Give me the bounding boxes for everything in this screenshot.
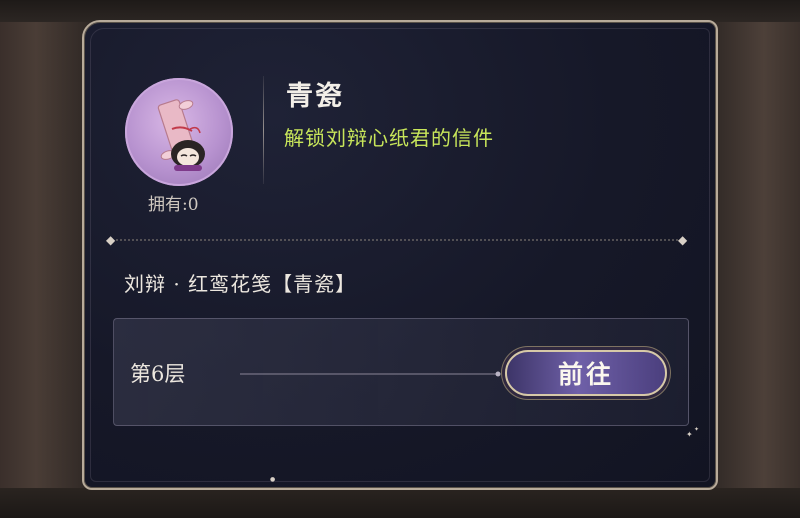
go-button[interactable]: 前往 [505, 350, 667, 396]
section-divider [116, 239, 682, 241]
owned-count: 拥有:0 [148, 195, 199, 215]
vertical-divider [263, 76, 264, 184]
background-right [710, 0, 800, 518]
background-bottom [0, 488, 800, 518]
sparkle-ornament: ✦ [694, 426, 700, 433]
chibi-character-icon [171, 140, 205, 171]
sparkle-ornament: ✦ [686, 430, 693, 439]
background-top [0, 0, 800, 22]
route-connector-line [240, 371, 501, 377]
item-name: 青瓷 [286, 81, 344, 112]
sparkle-ornament: ● [270, 476, 276, 483]
item-description: 解锁刘辩心纸君的信件 [284, 126, 494, 150]
divider-end-ornament-left: ◆ [106, 233, 116, 247]
divider-end-ornament-right: ◆ [678, 233, 688, 247]
background-left [0, 0, 90, 518]
source-title: 刘辩 · 红鸾花笺【青瓷】 [124, 272, 357, 296]
go-button-label: 前往 [557, 360, 614, 389]
floor-label: 第6层 [130, 362, 186, 386]
